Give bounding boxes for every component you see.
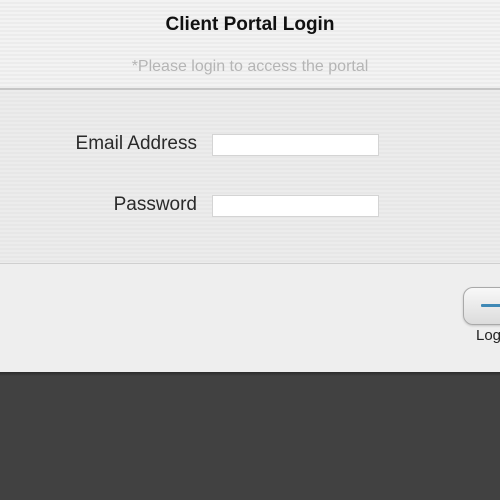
- email-field[interactable]: [212, 134, 379, 156]
- panel-shadow: [0, 372, 500, 376]
- login-icon: [481, 304, 500, 307]
- password-field[interactable]: [212, 195, 379, 217]
- page-title: Client Portal Login: [165, 14, 335, 35]
- page-background: [0, 372, 500, 500]
- email-label: Email Address: [75, 133, 197, 154]
- login-button[interactable]: [463, 287, 500, 325]
- password-label: Password: [113, 194, 197, 215]
- login-instruction: *Please login to access the portal: [131, 58, 369, 75]
- login-form: [0, 90, 500, 263]
- login-header: Client Portal Login *Please login to acc…: [0, 0, 500, 89]
- login-button-label: Log: [476, 327, 500, 344]
- login-footer: [0, 264, 500, 372]
- login-panel: Client Portal Login *Please login to acc…: [0, 0, 500, 372]
